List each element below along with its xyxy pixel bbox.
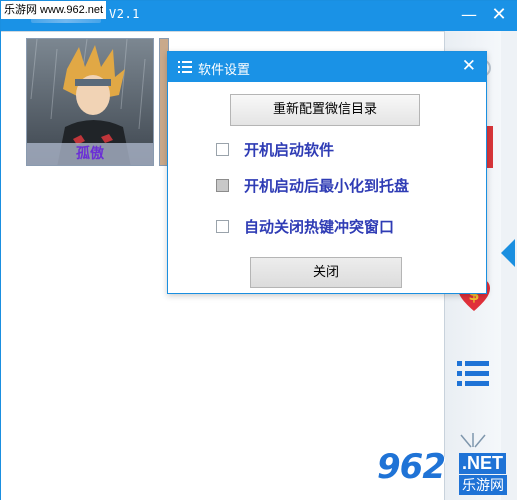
- list-icon[interactable]: [457, 359, 489, 389]
- watermark-top: 乐游网 www.962.net: [1, 1, 107, 19]
- minimize-icon[interactable]: —: [459, 5, 479, 25]
- close-icon[interactable]: ✕: [489, 5, 509, 25]
- avatar-card-label: 孤傲: [27, 143, 153, 165]
- dialog-title: 软件设置: [198, 63, 251, 78]
- collapse-arrow-icon[interactable]: [501, 239, 515, 267]
- watermark-number: 962: [377, 447, 446, 487]
- list-icon: [178, 61, 192, 73]
- avatar-card[interactable]: 孤傲: [26, 38, 154, 166]
- close-icon[interactable]: ✕: [462, 56, 476, 76]
- settings-dialog: 软件设置 ✕ 重新配置微信目录 开机启动软件 开机启动后最小化到托盘 自动关闭热…: [167, 51, 487, 294]
- minimize-to-tray-label: 开机启动后最小化到托盘: [244, 177, 410, 195]
- watermark-bottom: 962 .NET 乐游网: [377, 447, 515, 497]
- app-version: V2.1: [109, 7, 140, 21]
- minimize-to-tray-checkbox[interactable]: [216, 179, 229, 192]
- reconfigure-wechat-dir-button[interactable]: 重新配置微信目录: [230, 94, 420, 126]
- close-button[interactable]: 关闭: [250, 257, 402, 288]
- watermark-domain: .NET: [459, 453, 507, 474]
- dialog-titlebar[interactable]: 软件设置 ✕: [168, 52, 486, 82]
- autostart-checkbox[interactable]: [216, 143, 229, 156]
- close-hotkey-conflict-label: 自动关闭热键冲突窗口: [244, 218, 395, 236]
- autostart-label: 开机启动软件: [244, 141, 335, 159]
- watermark-name: 乐游网: [459, 475, 507, 495]
- main-window: V2.1 — ✕ 乐游网 www.962.net 孤傲 $ 962 .NET 乐…: [0, 0, 517, 500]
- close-hotkey-conflict-checkbox[interactable]: [216, 220, 229, 233]
